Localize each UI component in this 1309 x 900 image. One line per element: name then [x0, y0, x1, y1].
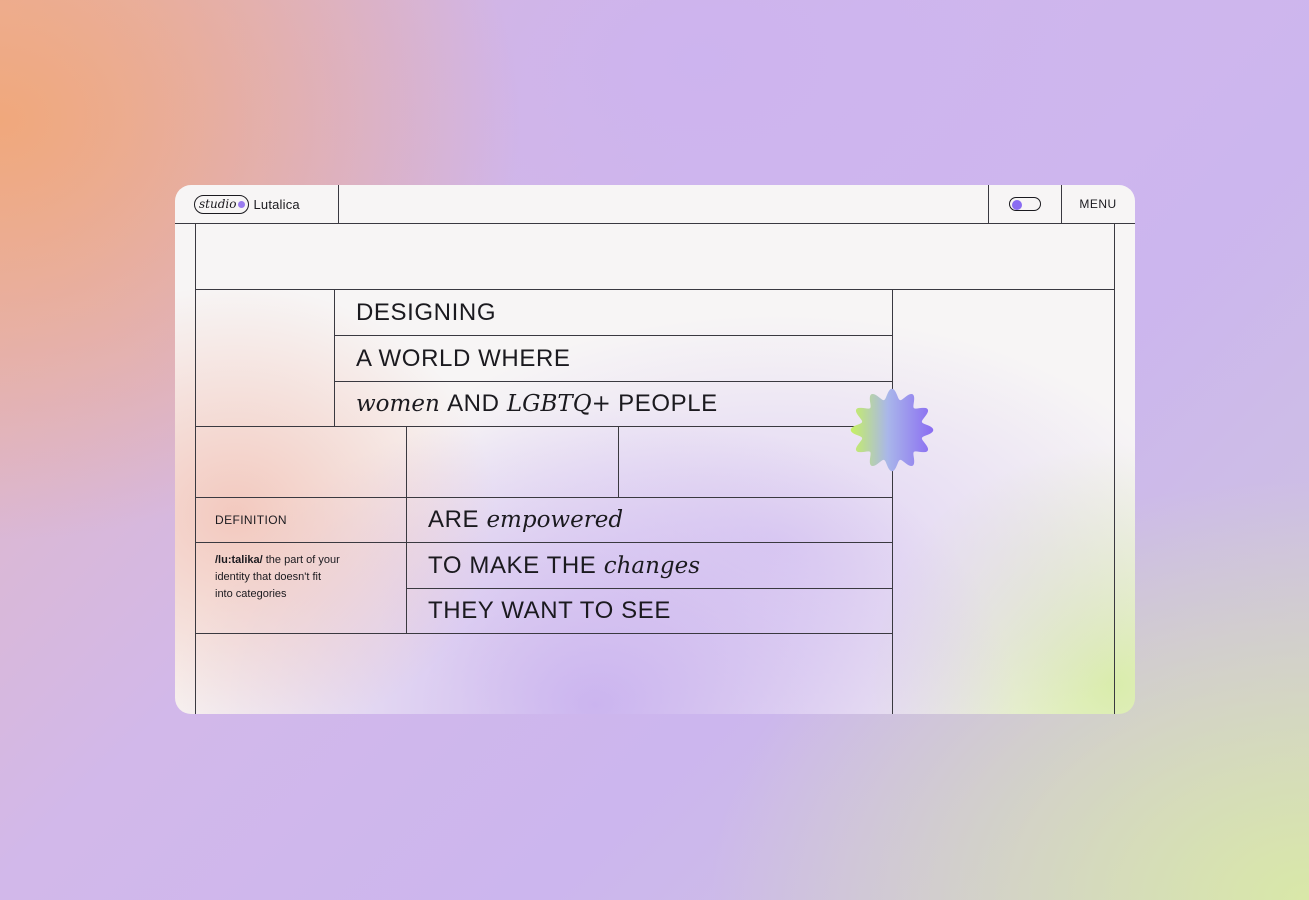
definition-line-3: into categories	[215, 588, 287, 600]
hero-word-empowered: empowered	[486, 507, 624, 533]
grid-line	[195, 223, 196, 714]
definition-line-1: /lu:talika/ the part of your	[215, 552, 395, 569]
hero-word-are: ARE	[428, 506, 480, 533]
grid-line	[195, 426, 892, 427]
hero-word-and: AND	[447, 390, 500, 417]
hero-line-4: ARE empowered	[407, 498, 892, 542]
hero-line-5: TO MAKE THE changes	[407, 543, 892, 588]
wavy-star-badge-icon	[850, 388, 934, 472]
hero-word-people: PEOPLE	[618, 390, 718, 417]
hero-line-1: DESIGNING	[356, 298, 497, 326]
definition-text: /lu:talika/ the part of your identity th…	[215, 552, 395, 603]
logo-pill: studio	[194, 194, 250, 214]
logo-studio-text: studio	[199, 197, 237, 211]
hero-word-lgbtq: LGBTQ+	[506, 391, 611, 417]
menu-button[interactable]: MENU	[1061, 185, 1135, 223]
badge-shape	[850, 388, 934, 472]
definition-line-1-rest: the part of your	[265, 554, 340, 566]
hero-word-changes: changes	[603, 552, 701, 579]
hero-line-2: A WORLD WHERE	[356, 344, 571, 372]
definition-term: /lu:talika/	[215, 554, 263, 566]
studio-lutalica-logo[interactable]: studio Lutalica	[175, 185, 339, 223]
hero-word-women: women	[356, 391, 440, 417]
theme-toggle-cell	[988, 185, 1062, 223]
logo-lutalica-text: Lutalica	[253, 196, 300, 212]
hero-line-6: THEY WANT TO SEE	[428, 597, 671, 624]
logo-dot-icon	[238, 200, 246, 208]
grid-line	[1114, 223, 1115, 714]
definition-label: DEFINITION	[215, 513, 287, 527]
top-nav-bar: studio Lutalica MENU	[175, 185, 1135, 224]
hero-words-to-make-the: TO MAKE THE	[428, 551, 597, 579]
grid-line	[618, 426, 619, 497]
grid-line	[892, 290, 893, 714]
theme-toggle[interactable]	[1009, 197, 1041, 211]
hero-line-3: women AND LGBTQ+ PEOPLE	[335, 382, 892, 426]
toggle-knob	[1012, 199, 1022, 210]
browser-window: studio Lutalica MENU DESIGNING A WORLD W…	[175, 185, 1135, 714]
definition-line-2: identity that doesn't fit	[215, 571, 322, 583]
grid-line	[195, 633, 892, 634]
